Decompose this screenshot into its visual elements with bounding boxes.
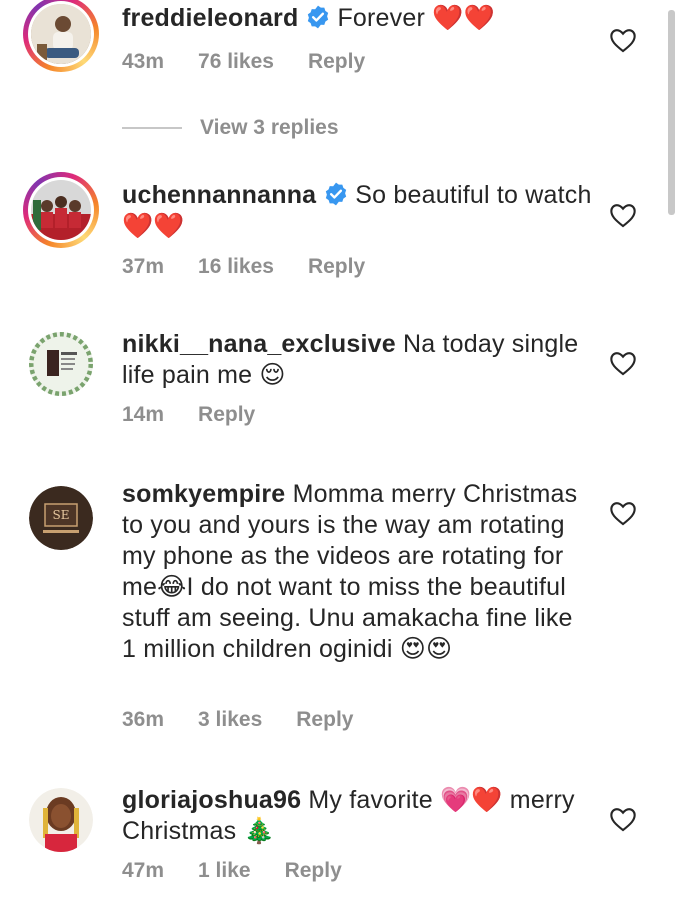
comment-body: gloriajoshua96 My favorite 💗❤️ merry Chr… [122,785,592,847]
username[interactable]: somkyempire [122,480,285,508]
comment-meta: 14m Reply [122,403,289,427]
reply-button[interactable]: Reply [308,255,365,278]
reply-button[interactable]: Reply [308,50,365,73]
svg-text:SE: SE [53,508,70,522]
comment-body: uchennannanna So beautiful to watch ❤️❤️ [122,180,592,242]
comment-body: freddieleonard Forever ❤️❤️ [122,3,592,34]
heart-outline-icon[interactable] [609,500,637,526]
avatar[interactable]: SE [23,480,99,556]
comment-meta: 47m 1 like Reply [122,859,376,883]
avatar[interactable] [23,172,99,248]
heart-outline-icon[interactable] [609,202,637,228]
comments-page: freddieleonard Forever ❤️❤️ 43m 76 likes Re… [0,0,675,903]
reply-button[interactable]: Reply [198,403,255,426]
verified-badge-icon [308,5,329,29]
heart-outline-icon[interactable] [609,27,637,53]
verified-badge-icon [326,182,347,206]
comment-meta: 43m 76 likes Reply [122,50,399,74]
comment-body: nikki__nana_exclusive Na today single li… [122,329,592,391]
divider-line [122,127,182,129]
comment-body: somkyempire Momma merry Christmas to you… [122,479,592,665]
avatar[interactable] [23,782,99,858]
heart-outline-icon[interactable] [609,806,637,832]
likes-count[interactable]: 76 likes [198,50,274,73]
comment-time: 36m [122,708,165,731]
username[interactable]: nikki__nana_exclusive [122,330,396,358]
comment-meta: 36m 3 likes Reply [122,708,387,732]
view-replies-link[interactable]: View 3 replies [122,114,339,142]
likes-count[interactable]: 1 like [198,859,251,882]
username[interactable]: gloriajoshua96 [122,786,301,814]
comment-time: 14m [122,403,165,426]
heart-outline-icon[interactable] [609,350,637,376]
avatar[interactable] [23,0,99,72]
comment-time: 37m [122,255,165,278]
comment-time: 47m [122,859,165,882]
username[interactable]: freddieleonard [122,4,298,32]
likes-count[interactable]: 16 likes [198,255,274,278]
avatar[interactable] [23,326,99,402]
comment-meta: 37m 16 likes Reply [122,255,399,279]
reply-button[interactable]: Reply [296,708,353,731]
likes-count[interactable]: 3 likes [198,708,262,731]
comment-text: Forever ❤️❤️ [337,4,495,32]
username[interactable]: uchennannanna [122,181,316,209]
comment-time: 43m [122,50,165,73]
scrollbar[interactable] [668,10,675,215]
view-replies-label[interactable]: View 3 replies [200,116,339,140]
reply-button[interactable]: Reply [285,859,342,882]
